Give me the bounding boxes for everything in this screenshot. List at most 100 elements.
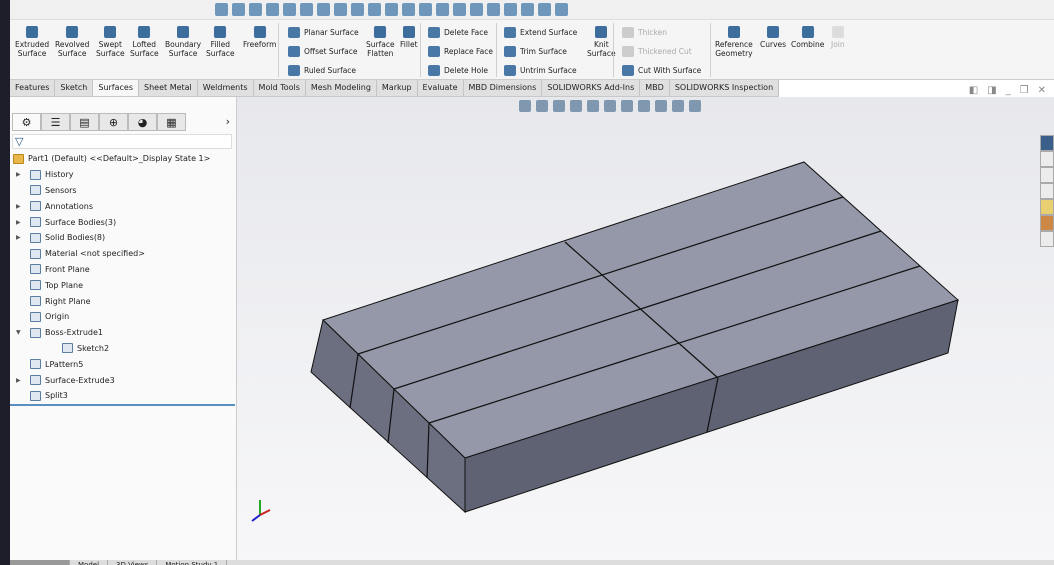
minimize-icon[interactable]: _ xyxy=(1006,85,1011,96)
tree-item[interactable]: ▶ History xyxy=(10,167,235,183)
ribbon-button[interactable]: Freeform xyxy=(243,26,276,49)
toolbar-icon[interactable] xyxy=(266,3,279,16)
panel-more-icon[interactable]: › xyxy=(226,115,230,128)
tab-evaluate[interactable]: Evaluate xyxy=(417,80,464,96)
ribbon-button[interactable]: Lofted Surface xyxy=(130,26,159,58)
tile-left-icon[interactable]: ◧ xyxy=(969,85,978,96)
tab-solidworks-inspection[interactable]: SOLIDWORKS Inspection xyxy=(669,80,780,96)
appearance-tab[interactable]: ◕ xyxy=(128,113,157,131)
join-button[interactable]: Join xyxy=(831,26,845,49)
flatten-button[interactable]: Surface Flatten xyxy=(366,26,395,58)
toolbar-icon[interactable] xyxy=(436,3,449,16)
toolbar-icon[interactable] xyxy=(453,3,466,16)
tab-mbd-dimensions[interactable]: MBD Dimensions xyxy=(463,80,543,96)
tab-weldments[interactable]: Weldments xyxy=(197,80,254,96)
expand-icon[interactable]: ▶ xyxy=(16,219,21,226)
graphics-area[interactable]: ◧ ◨ _ ❐ ✕ xyxy=(237,85,1054,560)
toolbar-icon[interactable] xyxy=(300,3,313,16)
tree-item[interactable]: Material <not specified> xyxy=(10,246,235,262)
planar-button[interactable]: Planar Surface xyxy=(288,27,359,38)
cam-tab[interactable]: ▦ xyxy=(157,113,186,131)
toolbar-icon[interactable] xyxy=(385,3,398,16)
tree-item[interactable]: Origin xyxy=(10,309,235,325)
tree-item[interactable]: Split3 xyxy=(10,388,235,404)
tree-item[interactable]: ▶ Surface Bodies(3) xyxy=(10,214,235,230)
dimxpert-tab[interactable]: ⊕ xyxy=(99,113,128,131)
tree-item[interactable]: ▶ Surface-Extrude3 xyxy=(10,372,235,388)
tree-item[interactable]: Top Plane xyxy=(10,277,235,293)
toolbar-icon[interactable] xyxy=(487,3,500,16)
ruled-button[interactable]: Ruled Surface xyxy=(288,65,356,76)
rollback-bar[interactable] xyxy=(10,404,235,406)
tab-mbd[interactable]: MBD xyxy=(640,80,670,96)
expand-icon[interactable]: ▶ xyxy=(16,203,21,210)
delete-face-button[interactable]: Delete Face xyxy=(428,27,488,38)
refgeom-button[interactable]: Reference Geometry xyxy=(715,26,753,58)
toolbar-icon[interactable] xyxy=(555,3,568,16)
configuration-tab[interactable]: ▤ xyxy=(70,113,99,131)
tree-item[interactable]: ▼ Boss-Extrude1 xyxy=(10,325,235,341)
ribbon-button[interactable]: Filled Surface xyxy=(206,26,235,58)
toolbar-icon[interactable] xyxy=(470,3,483,16)
ribbon-button[interactable]: Revolved Surface xyxy=(55,26,89,58)
toolbar-icon[interactable] xyxy=(538,3,551,16)
bottom-tab[interactable]: Motion Study 1 xyxy=(157,560,228,565)
tab-sketch[interactable]: Sketch xyxy=(55,80,94,96)
tree-item[interactable]: ▶ Annotations xyxy=(10,198,235,214)
toolbar-icon[interactable] xyxy=(521,3,534,16)
replace-face-button[interactable]: Replace Face xyxy=(428,46,493,57)
thickened-cut-button[interactable]: Thickened Cut xyxy=(622,46,692,57)
tree-item[interactable]: Sketch2 xyxy=(10,341,235,357)
cut-with-button[interactable]: Cut With Surface xyxy=(622,65,701,76)
delete-hole-button[interactable]: Delete Hole xyxy=(428,65,488,76)
thicken-button[interactable]: Thicken xyxy=(622,27,667,38)
trim-button[interactable]: Trim Surface xyxy=(504,46,567,57)
expand-icon[interactable]: ▶ xyxy=(16,171,21,178)
close-icon[interactable]: ✕ xyxy=(1038,85,1046,96)
fillet-button[interactable]: Fillet xyxy=(400,26,418,49)
bottom-tab[interactable]: Model xyxy=(70,560,109,565)
toolbar-icon[interactable] xyxy=(232,3,245,16)
tree-item[interactable]: Right Plane xyxy=(10,293,235,309)
feature-tree-tab[interactable]: ⚙ xyxy=(12,113,41,131)
offset-button[interactable]: Offset Surface xyxy=(288,46,358,57)
knit-button[interactable]: Knit Surface xyxy=(587,26,616,58)
untrim-button[interactable]: Untrim Surface xyxy=(504,65,577,76)
tab-sheet-metal[interactable]: Sheet Metal xyxy=(139,80,198,96)
tree-item[interactable]: Sensors xyxy=(10,183,235,199)
expand-icon[interactable]: ▶ xyxy=(16,377,21,384)
combine-button[interactable]: Combine xyxy=(791,26,824,49)
toolbar-icon[interactable] xyxy=(249,3,262,16)
tree-item[interactable]: Front Plane xyxy=(10,262,235,278)
tile-right-icon[interactable]: ◨ xyxy=(987,85,996,96)
property-manager-tab[interactable]: ☰ xyxy=(41,113,70,131)
toolbar-icon[interactable] xyxy=(402,3,415,16)
filter-icon[interactable]: ▽ xyxy=(12,134,232,149)
toolbar-icon[interactable] xyxy=(215,3,228,16)
toolbar-icon[interactable] xyxy=(317,3,330,16)
expand-icon[interactable]: ▼ xyxy=(16,329,21,336)
ribbon-button[interactable]: Swept Surface xyxy=(96,26,125,58)
toolbar-icon[interactable] xyxy=(351,3,364,16)
expand-icon[interactable]: ▶ xyxy=(16,234,21,241)
toolbar-icon[interactable] xyxy=(283,3,296,16)
tab-mold-tools[interactable]: Mold Tools xyxy=(253,80,306,96)
ribbon-button[interactable]: Boundary Surface xyxy=(165,26,201,58)
toolbar-icon[interactable] xyxy=(504,3,517,16)
curves-button[interactable]: Curves xyxy=(760,26,786,49)
tree-item[interactable]: ▶ Solid Bodies(8) xyxy=(10,230,235,246)
tree-root[interactable]: Part1 (Default) <<Default>_Display State… xyxy=(10,151,235,167)
tree-item[interactable]: LPattern5 xyxy=(10,356,235,372)
toolbar-icon[interactable] xyxy=(419,3,432,16)
toolbar-icon[interactable] xyxy=(334,3,347,16)
model-view[interactable] xyxy=(237,97,1054,560)
bottom-tab[interactable]: 3D Views xyxy=(108,560,158,565)
restore-icon[interactable]: ❐ xyxy=(1020,85,1029,96)
tab-markup[interactable]: Markup xyxy=(376,80,418,96)
tab-features[interactable]: Features xyxy=(10,80,56,96)
toolbar-icon[interactable] xyxy=(368,3,381,16)
tab-mesh-modeling[interactable]: Mesh Modeling xyxy=(305,80,377,96)
tab-surfaces[interactable]: Surfaces xyxy=(93,80,140,96)
bottom-tab[interactable] xyxy=(10,560,70,565)
ribbon-button[interactable]: Extruded Surface xyxy=(15,26,49,58)
